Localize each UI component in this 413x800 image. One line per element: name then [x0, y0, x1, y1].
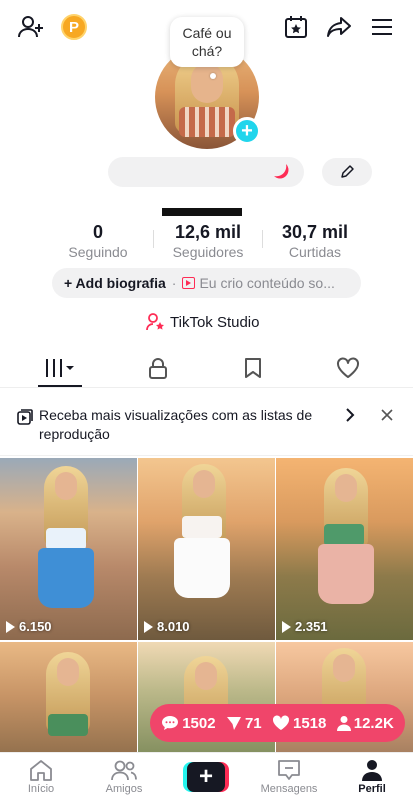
following-stat[interactable]: 0 Seguindo: [60, 222, 136, 260]
video-thumbnail[interactable]: [276, 642, 413, 762]
person-icon: [336, 716, 351, 731]
chevron-right-icon[interactable]: [345, 408, 355, 422]
video-thumbnail[interactable]: 2.351: [276, 458, 413, 640]
tab-private[interactable]: [138, 354, 178, 382]
stat-divider: [153, 230, 154, 248]
nav-messages-label: Mensagens: [260, 783, 318, 795]
likes-stat[interactable]: 30,7 mil Curtidas: [270, 222, 360, 260]
redaction-mark: [274, 164, 289, 179]
profile-icon: [362, 760, 382, 781]
lock-icon: [149, 358, 167, 379]
followers-count: 12,6 mil: [174, 222, 242, 242]
studio-label: TikTok Studio: [170, 313, 260, 331]
video-thumbnail[interactable]: 8.010: [138, 458, 275, 640]
play-icon: [6, 620, 15, 633]
followers-overlay-stat: 12.2K: [336, 715, 394, 732]
followers-stat[interactable]: 12,6 mil Seguidores: [160, 222, 256, 260]
profile-tabs: [0, 348, 413, 388]
shares-stat: 71: [226, 715, 262, 732]
play-icon: [282, 620, 291, 633]
nav-messages[interactable]: Mensagens: [254, 757, 324, 795]
pencil-icon: [341, 165, 354, 178]
view-count: 8.010: [144, 619, 190, 634]
close-icon[interactable]: [381, 409, 393, 421]
create-button[interactable]: +: [183, 762, 229, 792]
likes-label: Curtidas: [288, 244, 342, 260]
tab-videos[interactable]: [40, 354, 80, 382]
inbox-icon: [278, 760, 300, 780]
nav-friends[interactable]: Amigos: [89, 757, 159, 795]
bookmark-icon: [245, 358, 261, 378]
following-count: 0: [92, 222, 103, 242]
followers-label: Seguidores: [172, 244, 244, 260]
studio-user-star-icon: [146, 313, 164, 331]
nav-profile[interactable]: Perfil: [337, 757, 407, 795]
likes-overlay-stat: 1518: [272, 715, 326, 732]
profile-screen: P + Café ou chá? 0 Seguindo 12,6 mil Seg…: [0, 0, 413, 800]
following-label: Seguindo: [68, 244, 128, 260]
note-bubble-tail: [210, 73, 216, 79]
calendar-star-icon[interactable]: [279, 10, 313, 44]
heart-icon: [337, 357, 359, 378]
note-bubble[interactable]: Café ou chá?: [170, 17, 244, 67]
coin-icon: P: [61, 14, 87, 40]
videos-grid-icon: [46, 359, 74, 377]
add-user-icon[interactable]: [14, 10, 48, 44]
friends-icon: [111, 760, 137, 781]
bio-separator: ·: [171, 275, 177, 291]
menu-icon[interactable]: [365, 10, 399, 44]
add-story-plus-icon[interactable]: +: [233, 117, 261, 145]
nav-home-label: Início: [27, 783, 55, 795]
comments-stat: 1502: [161, 715, 216, 732]
video-icon: [182, 277, 196, 289]
username-redacted: [162, 208, 242, 216]
bio-pill[interactable]: + Add biografia · Eu crio conteúdo so...: [52, 268, 361, 298]
nav-profile-label: Perfil: [358, 783, 386, 795]
view-count: 6.150: [6, 619, 52, 634]
nav-friends-label: Amigos: [105, 783, 143, 795]
nav-home[interactable]: Início: [6, 757, 76, 795]
bottom-nav: Início Amigos + Mensagens Perfil: [0, 752, 413, 800]
share-icon[interactable]: [322, 10, 356, 44]
banner-text: Receba mais visualizações com as listas …: [39, 407, 313, 442]
plus-icon: +: [187, 762, 225, 792]
coin-button[interactable]: P: [57, 10, 91, 44]
home-icon: [30, 760, 52, 781]
edit-name-button[interactable]: [322, 158, 372, 186]
tab-liked[interactable]: [328, 354, 368, 382]
add-bio-button[interactable]: + Add biografia: [64, 275, 166, 291]
active-tab-indicator: [38, 385, 82, 387]
stats-overlay: 1502 71 1518 12.2K: [150, 704, 405, 742]
likes-count: 30,7 mil: [281, 222, 349, 242]
playlist-banner[interactable]: Receba mais visualizações com as listas …: [0, 390, 413, 456]
stat-divider: [262, 230, 263, 248]
video-thumbnail[interactable]: [0, 642, 137, 762]
play-icon: [144, 620, 153, 633]
video-thumbnail[interactable]: [138, 642, 275, 762]
heart-filled-icon: [272, 715, 290, 730]
comment-icon: [162, 716, 179, 730]
tab-saved[interactable]: [233, 354, 273, 382]
tiktok-studio-link[interactable]: TikTok Studio: [146, 313, 259, 331]
view-count: 2.351: [282, 619, 328, 634]
send-icon: [226, 717, 241, 730]
bio-content-text: Eu crio conteúdo so...: [199, 275, 335, 291]
playlist-icon: [17, 409, 33, 425]
video-thumbnail[interactable]: 6.150: [0, 458, 137, 640]
